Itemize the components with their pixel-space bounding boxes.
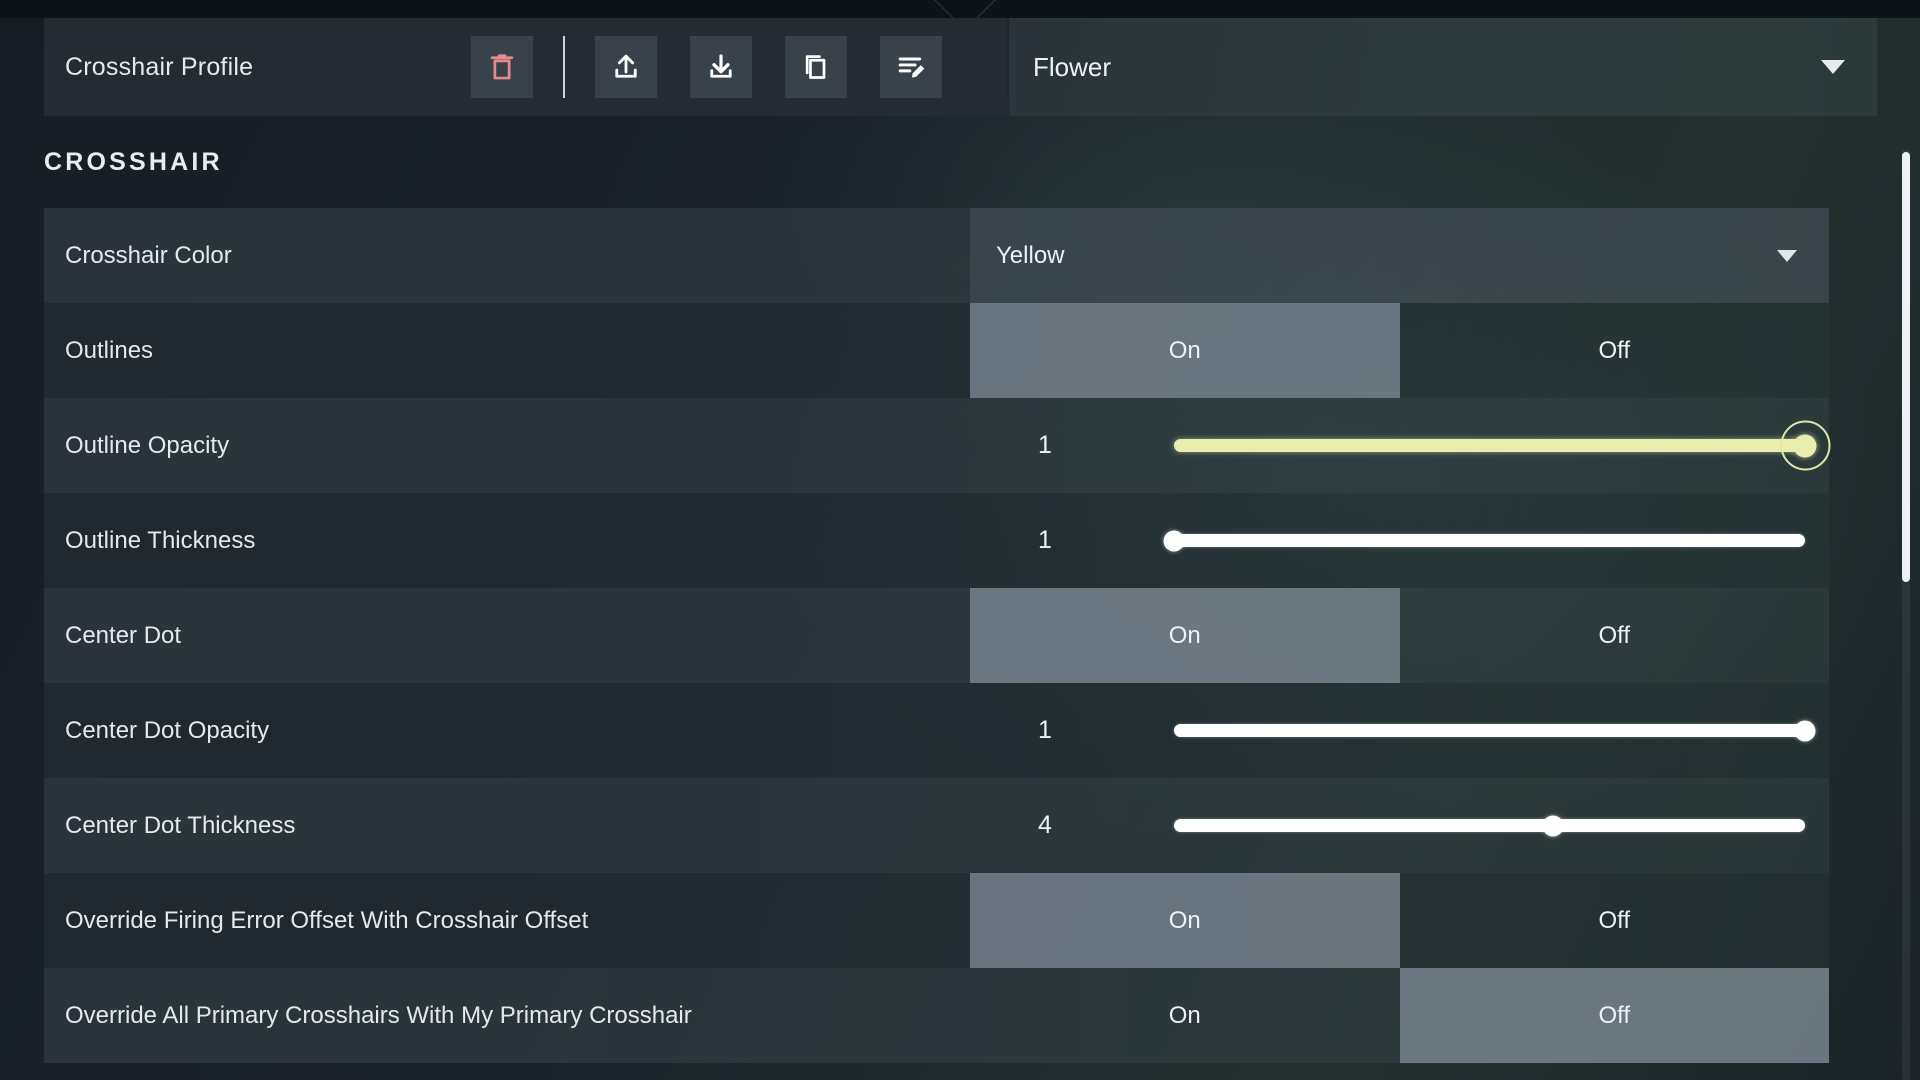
setting-control-center-dot-thickness: 4 (970, 778, 1829, 873)
toggle-on-center-dot[interactable]: On (970, 588, 1400, 683)
slider-value-center-dot-thickness: 4 (1038, 811, 1052, 839)
section-title-crosshair: CROSSHAIR (44, 148, 223, 176)
selected-profile-name: Flower (1033, 51, 1112, 82)
slider-center-dot-thickness[interactable]: 4 (970, 778, 1829, 873)
slider-knob-center-dot-opacity[interactable] (1794, 720, 1816, 741)
setting-label-outline-opacity: Outline Opacity (65, 431, 230, 459)
delete-profile-button[interactable] (471, 36, 533, 98)
setting-row-override-all-primary-crosshairs: Override All Primary Crosshairs With My … (44, 968, 1829, 1063)
profile-bar-left: Crosshair Profile (44, 18, 1007, 116)
duplicate-profile-button[interactable] (785, 36, 847, 98)
toggle-on-outlines[interactable]: On (970, 303, 1400, 398)
chevron-down-icon (1777, 249, 1797, 262)
setting-label-override-firing-error-offset: Override Firing Error Offset With Crossh… (65, 906, 589, 934)
toggle-on-override-firing-error-offset[interactable]: On (970, 873, 1400, 968)
toggle-off-override-firing-error-offset[interactable]: Off (1400, 873, 1830, 968)
toggle-outlines: On Off (970, 303, 1829, 398)
slider-track-center-dot-thickness[interactable] (1174, 815, 1805, 836)
setting-row-outline-opacity: Outline Opacity 1 (44, 398, 1829, 493)
import-profile-button[interactable] (690, 36, 752, 98)
toggle-off-outlines[interactable]: Off (1400, 303, 1830, 398)
slider-track-wrap-center-dot-thickness (1174, 815, 1805, 836)
slider-track-wrap-outline-opacity (1174, 434, 1817, 457)
dropdown-crosshair-color[interactable]: Yellow (970, 208, 1829, 303)
export-profile-button[interactable] (595, 36, 657, 98)
setting-row-center-dot-opacity: Center Dot Opacity 1 (44, 683, 1829, 778)
crosshair-profile-bar: Crosshair Profile Flower (44, 18, 1877, 116)
slider-value-outline-thickness: 1 (1038, 526, 1052, 554)
copy-icon (801, 51, 831, 83)
setting-control-center-dot: On Off (970, 588, 1829, 683)
toggle-off-override-all-primary-crosshairs[interactable]: Off (1399, 968, 1829, 1063)
setting-row-override-firing-error-offset: Override Firing Error Offset With Crossh… (44, 873, 1829, 968)
scrollbar-thumb[interactable] (1902, 152, 1910, 582)
setting-row-center-dot: Center Dot On Off (44, 588, 1829, 683)
slider-track-outline-opacity[interactable] (1174, 434, 1817, 457)
slider-track-center-dot-opacity[interactable] (1174, 720, 1816, 741)
setting-control-crosshair-color: Yellow (970, 208, 1829, 303)
setting-row-crosshair-color: Crosshair Color Yellow (44, 208, 1829, 303)
setting-control-override-all-primary-crosshairs: On Off (970, 968, 1829, 1063)
profile-select-dropdown[interactable]: Flower (1009, 18, 1877, 116)
toggle-override-all-primary-crosshairs: On Off (970, 968, 1829, 1063)
setting-label-center-dot-opacity: Center Dot Opacity (65, 716, 270, 744)
slider-outline-opacity[interactable]: 1 (970, 398, 1829, 493)
setting-row-outline-thickness: Outline Thickness 1 (44, 493, 1829, 588)
setting-label-outlines: Outlines (65, 336, 154, 364)
setting-control-outline-thickness: 1 (970, 493, 1829, 588)
crosshair-settings-list: Crosshair Color Yellow Outlines On Off Outlin… (44, 208, 1829, 1063)
toggle-center-dot: On Off (970, 588, 1829, 683)
toggle-override-firing-error-offset: On Off (970, 873, 1829, 968)
setting-label-center-dot-thickness: Center Dot Thickness (65, 811, 296, 839)
chevron-down-icon (1821, 60, 1845, 74)
dropdown-value-crosshair-color: Yellow (996, 241, 1065, 269)
trash-icon (487, 51, 517, 83)
setting-control-center-dot-opacity: 1 (970, 683, 1829, 778)
setting-row-outlines: Outlines On Off (44, 303, 1829, 398)
setting-label-center-dot: Center Dot (65, 621, 182, 649)
toolbar-divider (563, 36, 565, 98)
download-icon (705, 51, 737, 83)
rename-profile-button[interactable] (880, 36, 942, 98)
setting-control-outlines: On Off (970, 303, 1829, 398)
slider-value-center-dot-opacity: 1 (1038, 716, 1052, 744)
slider-track-wrap-outline-thickness (1163, 530, 1805, 551)
profile-action-buttons (471, 36, 942, 98)
upload-icon (610, 51, 642, 83)
setting-label-crosshair-color: Crosshair Color (65, 241, 232, 269)
toggle-on-override-all-primary-crosshairs[interactable]: On (970, 968, 1400, 1063)
slider-knob-outline-opacity[interactable] (1793, 434, 1817, 457)
slider-value-outline-opacity: 1 (1038, 431, 1052, 459)
toggle-off-center-dot[interactable]: Off (1400, 588, 1830, 683)
slider-center-dot-opacity[interactable]: 1 (970, 683, 1829, 778)
slider-knob-outline-thickness[interactable] (1163, 530, 1185, 551)
setting-label-override-all-primary-crosshairs: Override All Primary Crosshairs With My … (65, 1001, 692, 1029)
setting-control-override-firing-error-offset: On Off (970, 873, 1829, 968)
crosshair-settings-screen: Crosshair Profile Flower CROSSHAIR Cross… (0, 0, 1920, 1080)
slider-outline-thickness[interactable]: 1 (970, 493, 1829, 588)
crosshair-profile-label: Crosshair Profile (65, 52, 254, 81)
setting-row-center-dot-thickness: Center Dot Thickness 4 (44, 778, 1829, 873)
slider-knob-center-dot-thickness[interactable] (1542, 815, 1564, 836)
rename-edit-icon (895, 52, 927, 82)
slider-track-wrap-center-dot-opacity (1174, 720, 1816, 741)
setting-label-outline-thickness: Outline Thickness (65, 526, 256, 554)
slider-track-outline-thickness[interactable] (1163, 530, 1805, 551)
setting-control-outline-opacity: 1 (970, 398, 1829, 493)
